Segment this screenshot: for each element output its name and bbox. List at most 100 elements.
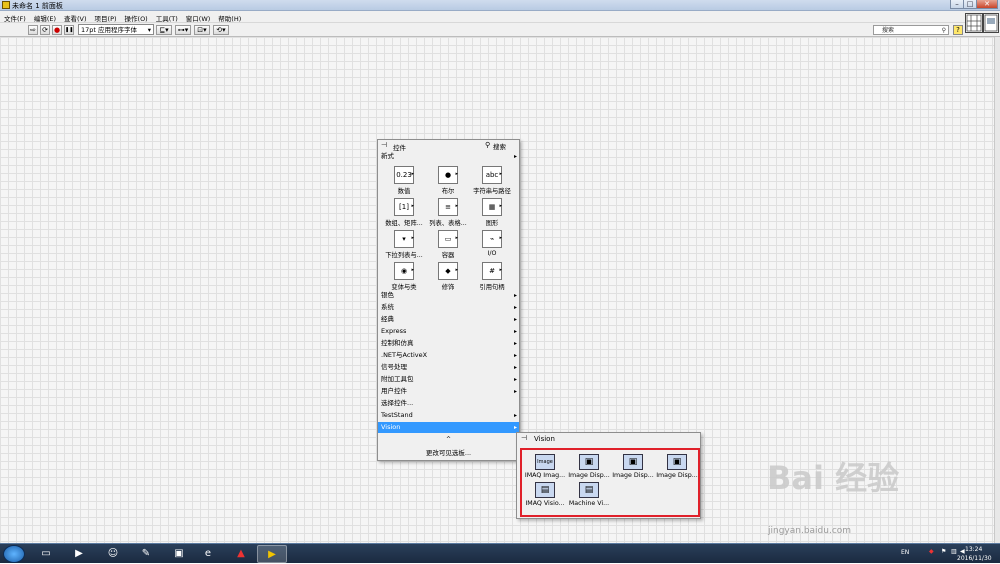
palette-cell-label: 数值 — [397, 188, 411, 195]
palette-row[interactable]: .NET与ActiveX ▸ — [378, 350, 519, 361]
font-select[interactable]: 17pt 应用程序字体 ▾ — [78, 24, 154, 35]
machine-vision-icon: ▤ — [579, 482, 599, 498]
palette-cell[interactable]: ● ▸ 布尔 — [428, 166, 468, 195]
image-display-icon: ▣ — [667, 454, 687, 470]
palette-row[interactable]: 用户控件 ▸ — [378, 386, 519, 397]
palette-cell[interactable]: ▦ ▸ 图形 — [472, 198, 512, 227]
vision-item[interactable]: ▣ Image Disp... — [655, 454, 699, 479]
pause-icon[interactable]: ❚❚ — [64, 25, 74, 35]
search-input[interactable]: 搜索 ⚲ — [873, 25, 949, 35]
palette-cell[interactable]: ◉ ▸ 变体与类 — [384, 262, 424, 291]
close-button[interactable]: ✕ — [976, 0, 998, 9]
media-player-icon[interactable]: ▶ — [64, 545, 94, 563]
expand-more-icon[interactable]: ^ — [378, 436, 519, 443]
palette-search-button[interactable]: 搜索 — [493, 141, 506, 151]
palette-row[interactable]: 选择控件... — [378, 398, 519, 409]
menu-tools[interactable]: 工具(T) — [152, 11, 182, 23]
run-continuously-icon[interactable]: ⟳ — [40, 25, 50, 35]
controls-palette: ⊣ 控件 ⚲ 搜索 新式 ▸ 0.23 ▸ 数值 ● ▸ 布尔 abc ▸ 字符串与路径 [1] ▸ 数… — [377, 139, 520, 461]
distribute-objects-icon[interactable]: ⊶▾ — [175, 25, 191, 35]
palette-row[interactable]: Express ▸ — [378, 326, 519, 337]
start-button[interactable] — [3, 545, 25, 563]
vision-item[interactable]: ▤ IMAQ Visio... — [523, 482, 567, 507]
chevron-right-icon: ▸ — [513, 153, 517, 160]
clock-time[interactable]: 13:24 — [965, 546, 982, 553]
resize-objects-icon[interactable]: ⊡▾ — [194, 25, 210, 35]
palette-row[interactable]: 银色 ▸ — [378, 290, 519, 301]
search-icon[interactable]: ⚲ — [485, 141, 490, 149]
vision-item-label: Machine Vi... — [568, 500, 610, 507]
palette-cell[interactable]: # ▸ 引用句柄 — [472, 262, 512, 291]
image-display-icon: ▣ — [623, 454, 643, 470]
palette-section-modern[interactable]: 新式 ▸ — [378, 151, 519, 162]
palette-cell[interactable]: ◆ ▸ 修饰 — [428, 262, 468, 291]
run-arrow-icon[interactable]: ⇨ — [28, 25, 38, 35]
palette-cell-label: 下拉列表与... — [385, 252, 423, 259]
palette-cell[interactable]: abc ▸ 字符串与路径 — [472, 166, 512, 195]
internet-explorer-icon[interactable]: e — [193, 545, 223, 563]
submenu-arrow-icon: ▸ — [499, 267, 502, 273]
palette-row-label: 附加工具包 — [381, 375, 414, 383]
palette-row[interactable]: 系统 ▸ — [378, 302, 519, 313]
variant-class-icon: ◉ ▸ — [394, 262, 414, 280]
flag-icon[interactable]: ⚑ — [941, 548, 946, 555]
input-language[interactable]: EN — [901, 549, 909, 556]
refnum-icon: # ▸ — [482, 262, 502, 280]
network-icon[interactable]: ▥ — [951, 548, 957, 555]
palette-row[interactable]: 信号处理 ▸ — [378, 362, 519, 373]
palette-row[interactable]: 控制和仿真 ▸ — [378, 338, 519, 349]
ring-enum-icon: ▾ ▸ — [394, 230, 414, 248]
align-objects-icon[interactable]: ⊑▾ — [156, 25, 172, 35]
vertical-scrollbar[interactable] — [994, 37, 1000, 543]
menu-help[interactable]: 帮助(H) — [214, 11, 245, 23]
menu-file[interactable]: 文件(F) — [0, 11, 30, 23]
vision-item[interactable]: ▤ Machine Vi... — [567, 482, 611, 507]
palette-row[interactable]: TestStand ▸ — [378, 410, 519, 421]
clock-date[interactable]: 2016/11/30 — [957, 555, 992, 562]
menu-window[interactable]: 窗口(W) — [182, 11, 215, 23]
palette-cell[interactable]: [1] ▸ 数组、矩阵... — [384, 198, 424, 227]
pin-icon[interactable]: ⊣ — [521, 434, 527, 442]
io-icon: ⌁ ▸ — [482, 230, 502, 248]
tray-app-icon[interactable]: ◆ — [929, 548, 934, 555]
palette-cell[interactable]: ⌁ ▸ I/O — [472, 230, 512, 259]
display-app-icon[interactable]: ▣ — [164, 545, 194, 563]
tool-app-icon[interactable]: ✎ — [131, 545, 161, 563]
palette-cell-label: 图形 — [485, 220, 499, 227]
connector-pane-icon[interactable] — [965, 13, 983, 33]
palette-row[interactable]: 附加工具包 ▸ — [378, 374, 519, 385]
menu-view[interactable]: 查看(V) — [60, 11, 91, 23]
volume-icon[interactable]: ◀ — [960, 548, 965, 555]
change-visible-palettes-link[interactable]: 更改可见选板... — [378, 447, 519, 457]
vision-item[interactable]: Image IMAQ Imag... — [523, 454, 567, 479]
maximize-button[interactable]: □ — [963, 0, 977, 9]
pin-icon[interactable]: ⊣ — [381, 141, 387, 149]
vision-item[interactable]: ▣ Image Disp... — [611, 454, 655, 479]
menu-project[interactable]: 项目(P) — [91, 11, 121, 23]
chevron-right-icon: ▸ — [513, 328, 517, 335]
toolbar: ⇨ ⟳ ● ❚❚ 17pt 应用程序字体 ▾ ⊑▾ ⊶▾ ⊡▾ ⟲▾ — [0, 23, 1000, 37]
minimize-button[interactable]: – — [950, 0, 964, 9]
palette-cell[interactable]: ▭ ▸ 容器 — [428, 230, 468, 259]
vision-submenu: ⊣ Vision Image IMAQ Imag... ▣ Image Disp...… — [516, 432, 701, 519]
palette-row[interactable]: Vision ▸ — [378, 422, 519, 433]
palette-cell[interactable]: ▾ ▸ 下拉列表与... — [384, 230, 424, 259]
palette-cell[interactable]: ≡ ▸ 列表、表格... — [428, 198, 468, 227]
abort-icon[interactable]: ● — [52, 25, 62, 35]
submenu-arrow-icon: ▸ — [411, 203, 414, 209]
explorer-icon[interactable]: ▭ — [31, 545, 61, 563]
vi-icon[interactable] — [983, 13, 999, 33]
labview-taskbar-icon[interactable]: ▶ — [257, 545, 287, 563]
palette-cell-label: 容器 — [441, 252, 455, 259]
palette-row[interactable]: 经典 ▸ — [378, 314, 519, 325]
context-help-button[interactable]: ? — [953, 25, 963, 35]
palette-cell[interactable]: 0.23 ▸ 数值 — [384, 166, 424, 195]
menu-operate[interactable]: 操作(O) — [121, 11, 152, 23]
reorder-icon[interactable]: ⟲▾ — [213, 25, 229, 35]
title-bar: 未命名 1 前面板 – □ ✕ — [0, 0, 1000, 11]
person-app-icon[interactable]: ☺ — [98, 545, 128, 563]
pdf-reader-icon[interactable]: ▲ — [226, 545, 256, 563]
menu-edit[interactable]: 编辑(E) — [30, 11, 60, 23]
vision-item-label: IMAQ Imag... — [524, 472, 566, 479]
vision-item[interactable]: ▣ Image Disp... — [567, 454, 611, 479]
